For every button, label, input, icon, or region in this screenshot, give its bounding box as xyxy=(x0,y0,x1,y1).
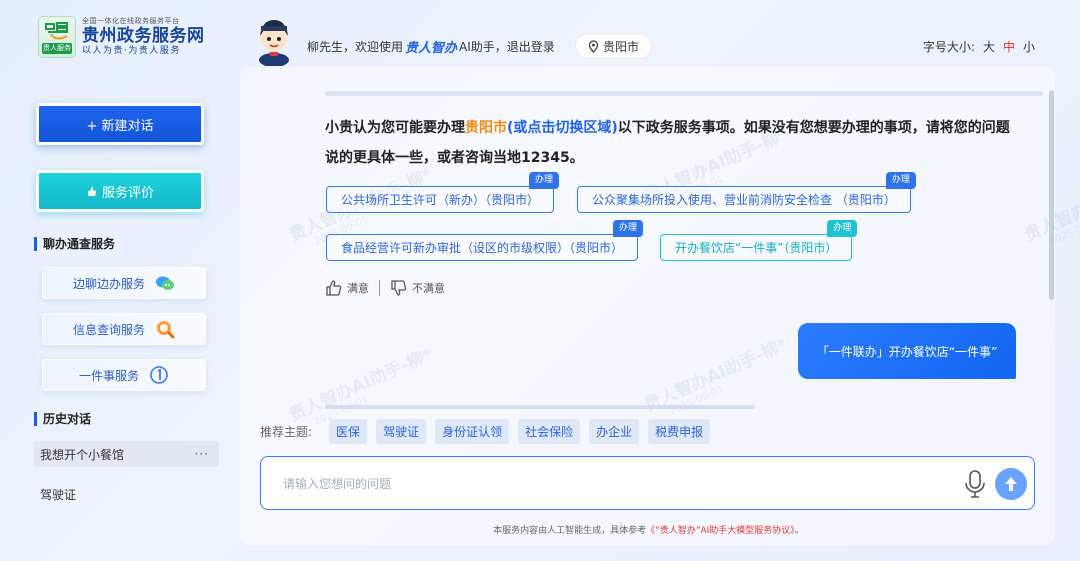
new-chat-button[interactable]: + 新建对话 xyxy=(36,103,204,145)
font-size-switcher: 字号大小: 大 中 小 xyxy=(923,38,1035,55)
handle-badge[interactable]: 办理 xyxy=(827,220,858,237)
services-section-title: 聊办通查服务 xyxy=(34,237,115,251)
brand-name: 贵人智办 xyxy=(405,41,458,56)
logo-tag: 贵人服务 xyxy=(42,43,72,54)
user-message-bubble: 「一件联办」开办餐饮店“一件事” xyxy=(798,323,1016,379)
chat-scrollbar[interactable] xyxy=(1049,90,1054,300)
history-item-label: 我想开个小餐馆 xyxy=(40,447,125,462)
topic-start-business[interactable]: 办企业 xyxy=(589,419,640,444)
switch-region-link[interactable]: (或点击切换区域) xyxy=(507,120,618,136)
assistant-avatar-icon xyxy=(259,20,289,66)
history-item[interactable]: 我想开个小餐馆 ··· xyxy=(34,441,219,467)
recommended-topics: 推荐主题: 医保 驾驶证 身份证认领 社会保险 办企业 税费申报 xyxy=(260,419,711,444)
font-size-medium[interactable]: 中 xyxy=(1003,38,1015,55)
welcome-suffix: AI助手， xyxy=(459,40,507,54)
font-size-label: 字号大小: xyxy=(922,40,975,54)
font-size-small[interactable]: 小 xyxy=(1023,38,1035,55)
topics-label: 推荐主题: xyxy=(260,425,313,439)
service-chat-handle[interactable]: 边聊边办服务 xyxy=(42,267,206,299)
search-magnifier-icon xyxy=(157,321,175,339)
unsatisfied-button[interactable]: 不满意 xyxy=(390,279,445,297)
logo-title: 贵州政务服务网 xyxy=(82,26,205,46)
logo-emblem-icon: 贵人服务 xyxy=(38,16,76,58)
question-input[interactable] xyxy=(283,473,923,495)
handle-badge[interactable]: 办理 xyxy=(885,172,916,189)
previous-message-edge xyxy=(325,91,1043,96)
answer-city: 贵阳市 xyxy=(465,120,507,136)
logout-link[interactable]: 退出登录 xyxy=(507,38,555,55)
answer-feedback: 满意 不满意 xyxy=(325,279,445,297)
question-input-box xyxy=(260,456,1035,510)
feedback-divider xyxy=(379,280,380,296)
service-one-thing-label: 一件事服务 xyxy=(78,368,139,383)
thumbs-down-icon xyxy=(391,280,407,296)
service-item-public-hygiene[interactable]: 公共场所卫生许可（新办）（贵阳市） 办理 xyxy=(326,172,560,213)
logo-slogan: 以人为贵·为贵人服务 xyxy=(82,46,181,56)
city-label: 贵阳市 xyxy=(602,39,639,54)
topic-tax-declaration[interactable]: 税费申报 xyxy=(648,419,711,444)
more-options-icon[interactable]: ··· xyxy=(195,447,209,461)
location-pin-icon xyxy=(588,39,599,53)
handle-badge[interactable]: 办理 xyxy=(529,172,560,189)
site-logo[interactable]: 贵人服务 全国一体化在线政务服务平台 贵州政务服务网 以人为贵·为贵人服务 xyxy=(38,16,205,58)
satisfied-button[interactable]: 满意 xyxy=(325,279,369,297)
microphone-icon[interactable] xyxy=(963,469,987,499)
service-one-thing[interactable]: 一件事服务 xyxy=(42,359,206,391)
font-size-large[interactable]: 大 xyxy=(983,38,995,55)
service-evaluation-button[interactable]: 服务评价 xyxy=(36,170,204,212)
city-selector-button[interactable]: 贵阳市 xyxy=(575,33,652,59)
send-button[interactable] xyxy=(995,468,1027,500)
history-section-title: 历史对话 xyxy=(34,412,91,426)
chat-bubbles-icon xyxy=(156,276,174,290)
handle-badge[interactable]: 办理 xyxy=(613,220,644,237)
history-item-label: 驾驶证 xyxy=(40,487,77,502)
service-info-query[interactable]: 信息查询服务 xyxy=(42,313,206,345)
thumbs-up-icon xyxy=(326,280,342,296)
welcome-message: 柳先生，欢迎使用 贵人智办 AI助手， 退出登录 xyxy=(307,37,555,56)
service-protocol-link[interactable]: 《“贵人智办”AI助手大模型服务协议》 xyxy=(646,526,795,536)
arrow-up-icon xyxy=(1005,477,1017,491)
logo-subtitle: 全国一体化在线政务服务平台 xyxy=(82,17,180,25)
service-item-food-license[interactable]: 食品经营许可新办审批（设区的市级权限）（贵阳市） 办理 xyxy=(326,220,644,261)
one-thing-icon xyxy=(150,366,168,384)
assistant-answer: 小贵认为您可能要办理贵阳市(或点击切换区域)以下政务服务事项。如果没有您想要办理… xyxy=(325,120,1010,166)
history-item[interactable]: 驾驶证 xyxy=(34,481,219,507)
service-item-open-restaurant[interactable]: 开办餐饮店“一件事”（贵阳市） 办理 xyxy=(660,220,858,261)
service-info-query-label: 信息查询服务 xyxy=(72,322,145,337)
loading-line xyxy=(325,405,755,409)
welcome-prefix: 柳先生，欢迎使用 xyxy=(307,40,404,54)
topic-driver-license[interactable]: 驾驶证 xyxy=(376,419,427,444)
topic-id-card[interactable]: 身份证认领 xyxy=(435,419,510,444)
topic-medical-insurance[interactable]: 医保 xyxy=(329,419,368,444)
disclaimer: 本服务内容由人工智能生成，具体参考《“贵人智办”AI助手大模型服务协议》。 xyxy=(493,526,804,536)
thumbs-up-badge-icon xyxy=(87,186,97,196)
service-evaluation-label: 服务评价 xyxy=(101,185,154,201)
service-item-fire-safety[interactable]: 公众聚集场所投入使用、营业前消防安全检查 （贵阳市） 办理 xyxy=(577,172,916,213)
topic-social-insurance[interactable]: 社会保险 xyxy=(518,419,581,444)
service-chat-handle-label: 边聊边办服务 xyxy=(72,276,145,291)
